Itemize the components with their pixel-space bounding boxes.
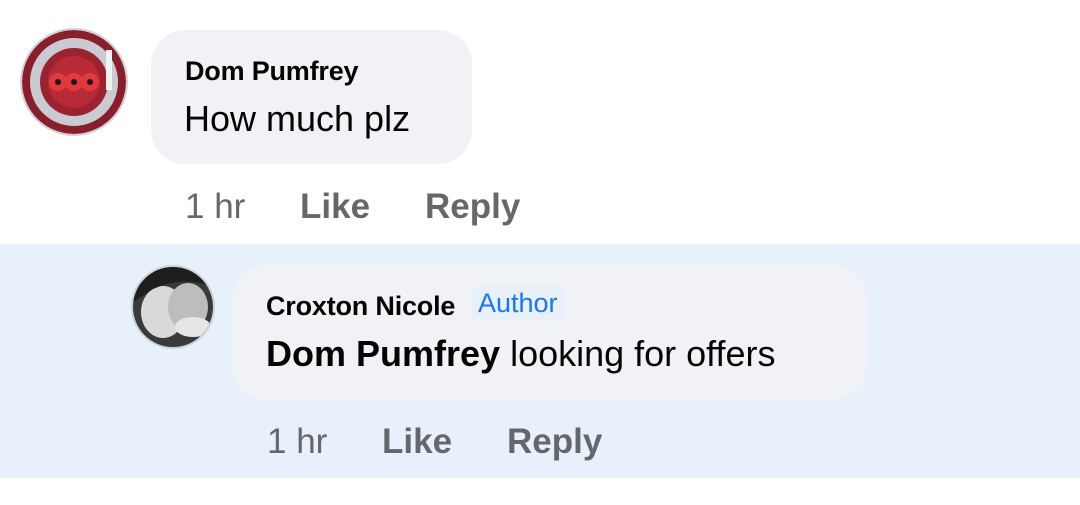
- author-badge: Author: [471, 286, 565, 321]
- reply-button[interactable]: Reply: [507, 422, 602, 462]
- avatar[interactable]: [133, 267, 213, 347]
- comment-body: looking for offers: [500, 333, 776, 374]
- comment-bubble: Dom Pumfrey How much plz: [151, 30, 472, 164]
- reply-button[interactable]: Reply: [425, 187, 520, 227]
- poppy-badge-icon: [22, 30, 126, 134]
- comment-bubble: Croxton Nicole Author Dom Pumfrey lookin…: [233, 265, 866, 400]
- avatar[interactable]: [22, 30, 126, 134]
- like-button[interactable]: Like: [300, 187, 370, 227]
- profile-photo-icon: [133, 267, 213, 347]
- comment-author[interactable]: Dom Pumfrey: [185, 56, 359, 87]
- comment-timestamp[interactable]: 1 hr: [267, 422, 327, 462]
- reply-comment: Croxton Nicole Author Dom Pumfrey lookin…: [0, 244, 1080, 478]
- like-button[interactable]: Like: [382, 422, 452, 462]
- comment-text: How much plz: [184, 98, 411, 139]
- comment-text: Dom Pumfrey looking for offers: [266, 333, 776, 375]
- mention-link[interactable]: Dom Pumfrey: [266, 333, 500, 374]
- comment: Dom Pumfrey How much plz 1 hr Like Reply: [0, 0, 1080, 244]
- comment-author[interactable]: Croxton Nicole: [266, 291, 455, 322]
- comment-timestamp[interactable]: 1 hr: [185, 187, 245, 227]
